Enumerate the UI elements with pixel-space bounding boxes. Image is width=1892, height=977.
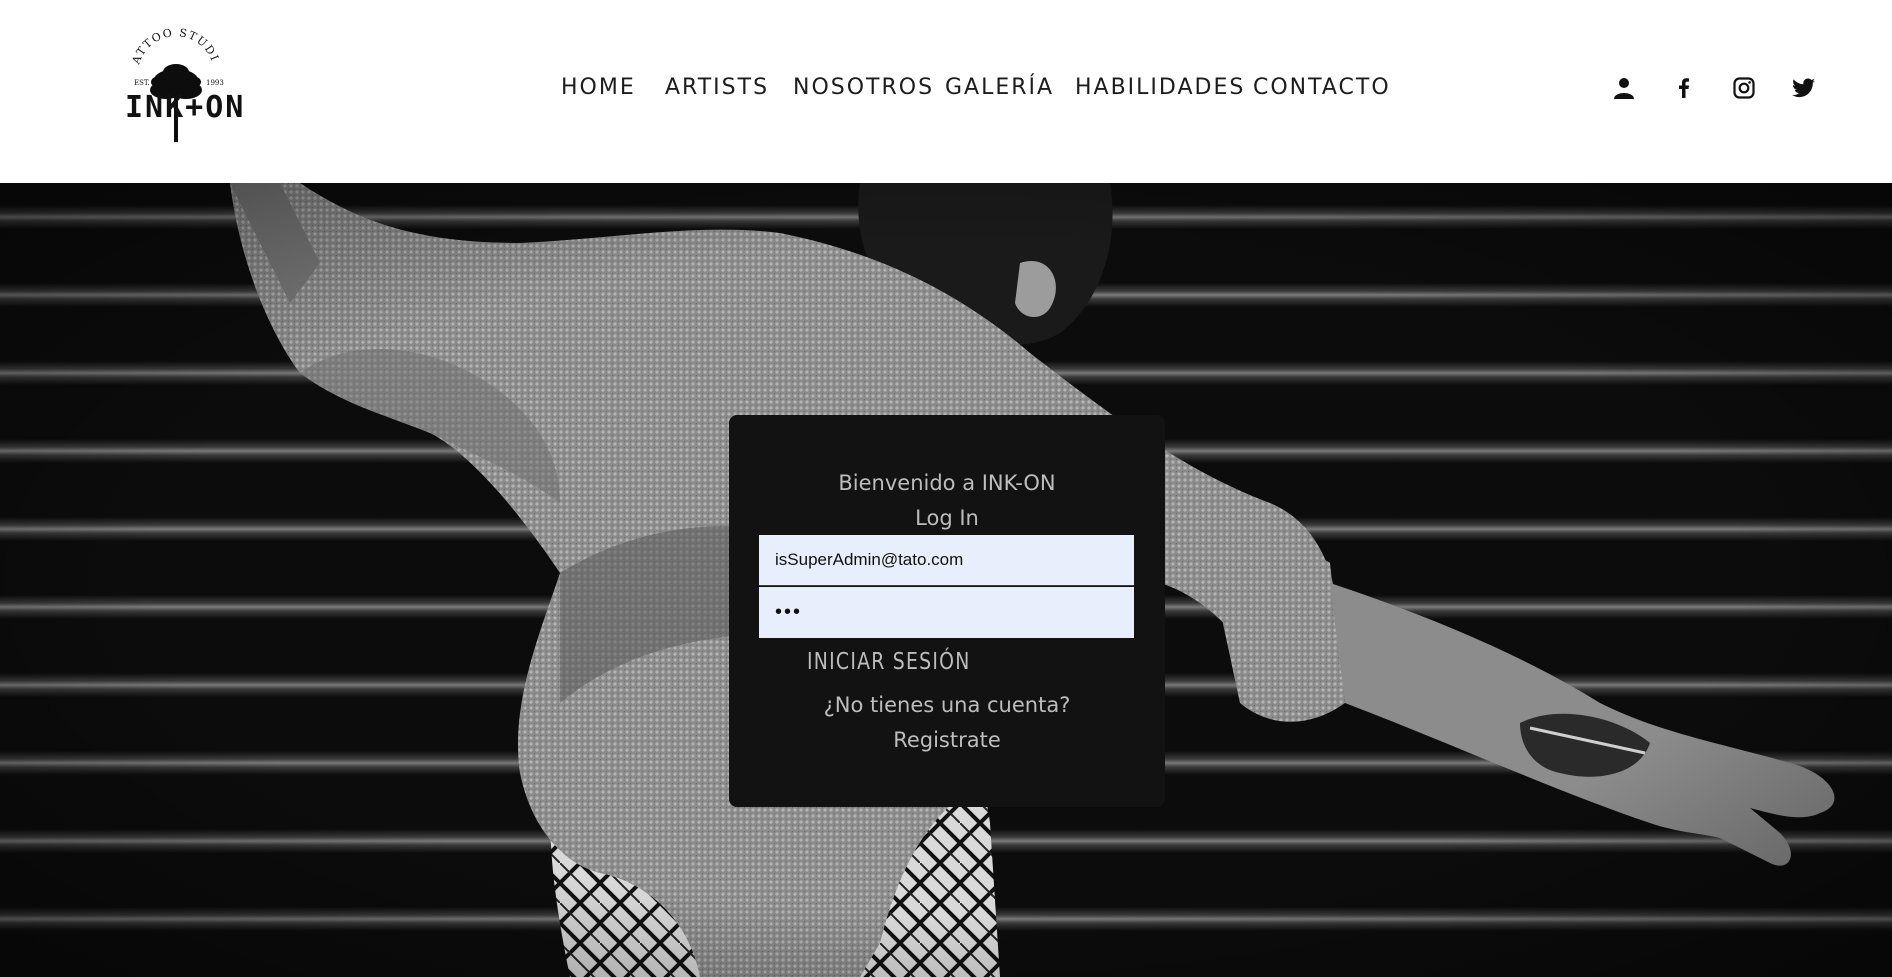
nav-artists[interactable]: ARTISTS xyxy=(665,75,769,100)
logo-year: 1993 xyxy=(206,79,224,87)
logo-wordmark: INK+ON xyxy=(125,90,246,125)
svg-text:TATTOO STUDIO: TATTOO STUDIO xyxy=(120,22,222,67)
login-title: Log In xyxy=(915,506,979,530)
nav-habilidades[interactable]: HABILIDADES xyxy=(1075,75,1245,100)
logo-est: EST. xyxy=(134,79,150,87)
login-submit-button[interactable]: INICIAR SESIÓN xyxy=(807,640,971,684)
register-link[interactable]: Registrate xyxy=(729,724,1165,756)
password-field[interactable] xyxy=(759,587,1134,638)
login-card: Bienvenido a INK-ON Log In INICIAR SESIÓ… xyxy=(729,415,1165,807)
twitter-icon[interactable] xyxy=(1792,76,1816,100)
site-header: TATTOO STUDIO EST. 1993 INK+ON HOME ARTI… xyxy=(0,0,1892,183)
main-nav: HOME ARTISTS NOSOTROS GALERÍA HABILIDADE… xyxy=(561,72,1389,104)
no-account-text: ¿No tienes una cuenta? xyxy=(823,693,1071,717)
login-welcome-text: Bienvenido a INK-ON xyxy=(838,471,1056,495)
user-icon[interactable] xyxy=(1612,76,1636,100)
nav-contacto[interactable]: CONTACTO xyxy=(1253,75,1391,100)
email-field[interactable] xyxy=(759,535,1134,586)
nav-home[interactable]: HOME xyxy=(561,75,636,100)
nav-galeria[interactable]: GALERÍA xyxy=(945,75,1054,100)
nav-nosotros[interactable]: NOSOTROS xyxy=(793,75,934,100)
facebook-icon[interactable] xyxy=(1672,76,1696,100)
logo-top-text: TATTOO STUDIO xyxy=(120,22,220,67)
social-links xyxy=(1612,76,1816,100)
instagram-icon[interactable] xyxy=(1732,76,1756,100)
